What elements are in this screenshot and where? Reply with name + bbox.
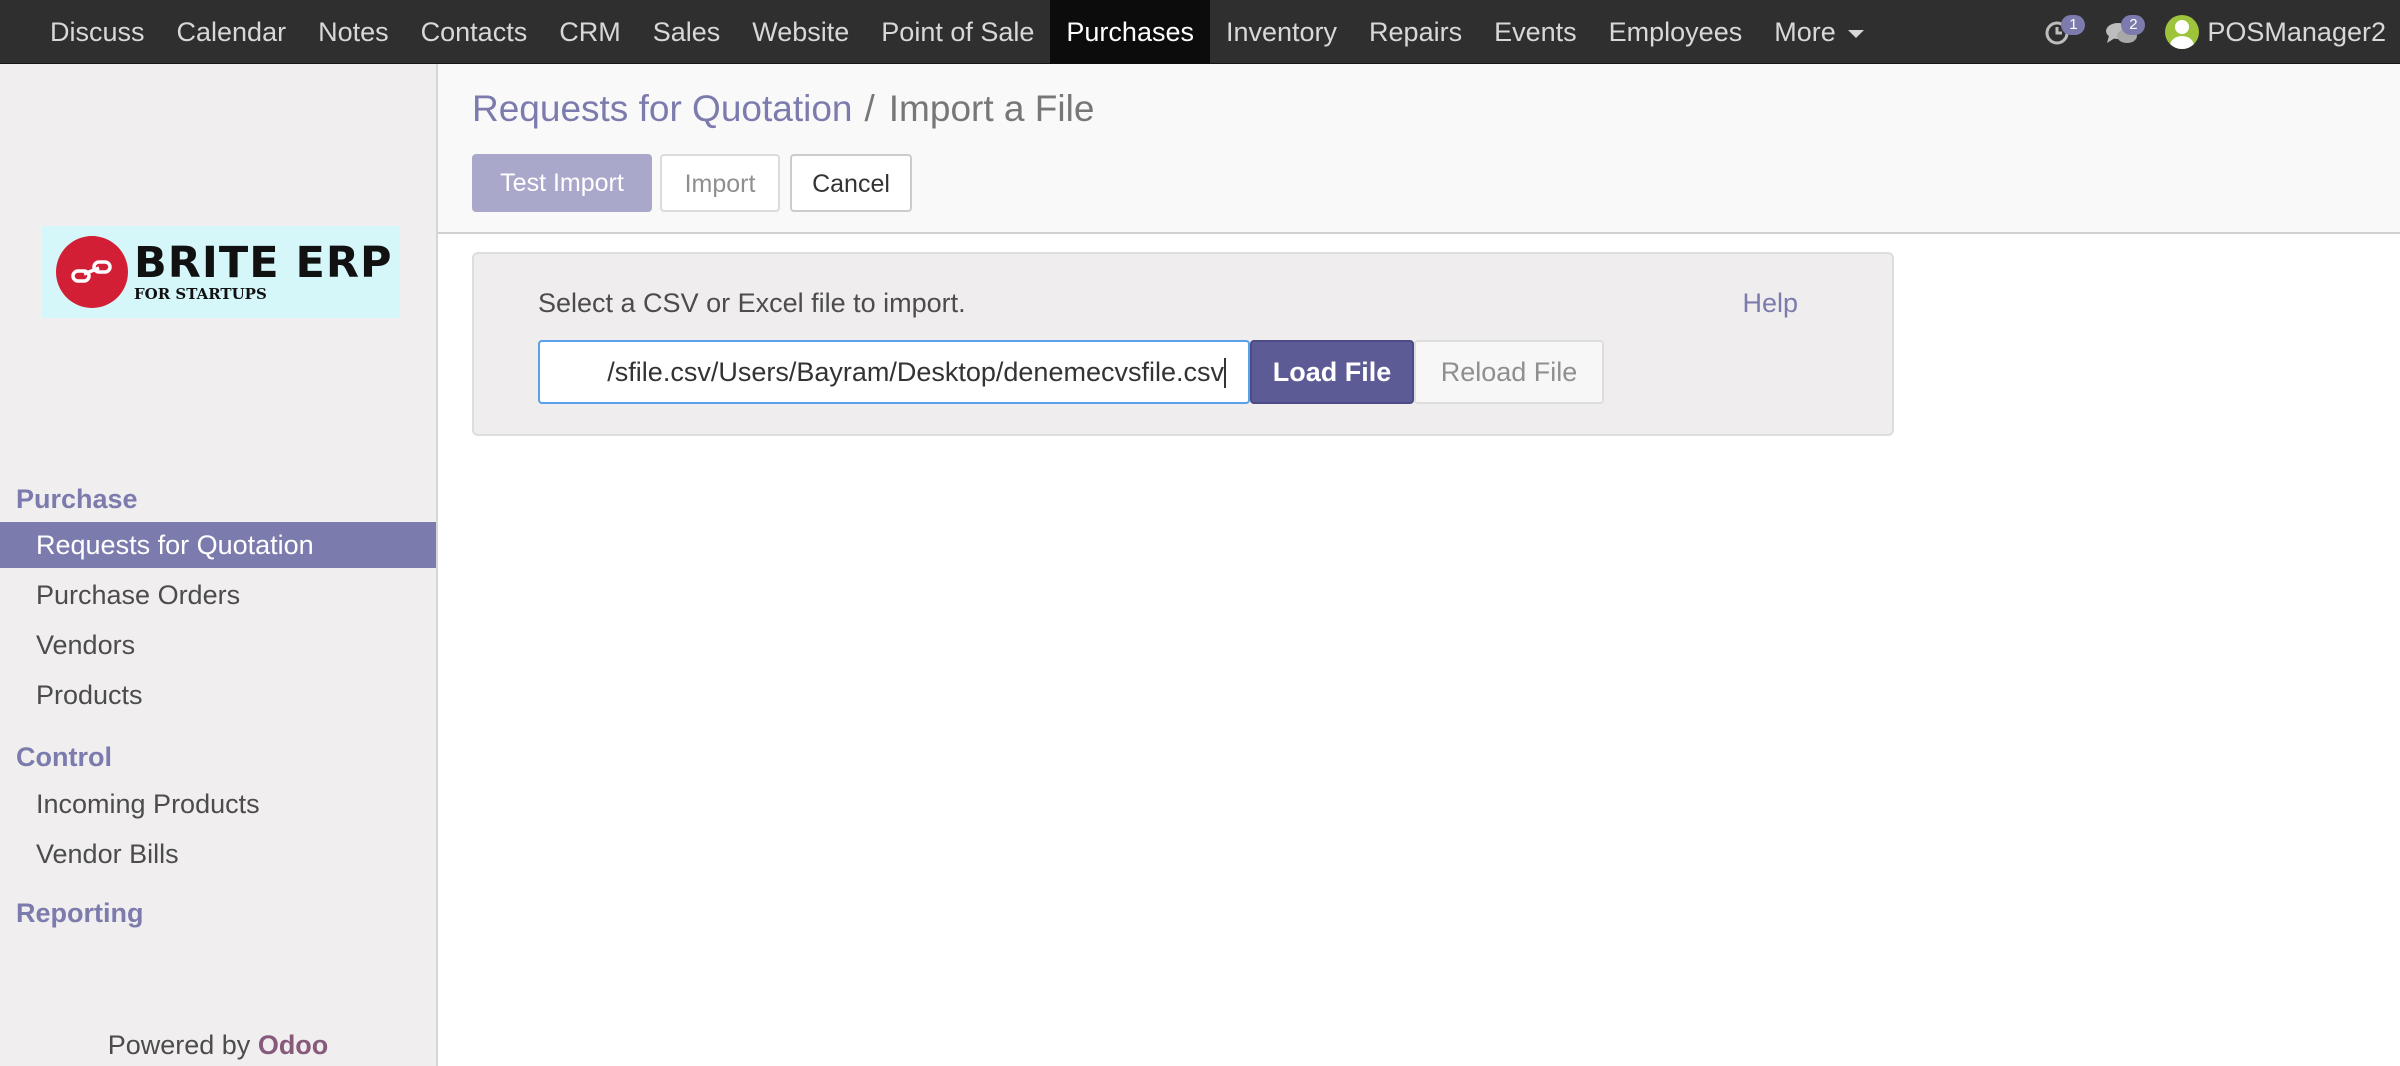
powered-by: Powered by Odoo [0, 1030, 436, 1061]
powered-by-label: Powered by [107, 1030, 251, 1060]
messages-button[interactable]: 2 [2105, 15, 2146, 47]
section-reporting[interactable]: Reporting [16, 898, 144, 929]
nav-item-notes[interactable]: Notes [302, 0, 405, 64]
nav-item-website[interactable]: Website [736, 0, 865, 64]
messages-badge: 2 [2121, 15, 2146, 35]
sidebar: BRITE ERP FOR STARTUPS Purchase Requests… [0, 64, 438, 1066]
import-button[interactable]: Import [660, 154, 780, 212]
app-menu: Discuss Calendar Notes Contacts CRM Sale… [34, 0, 1880, 64]
sidebar-item-requests-for-quotation[interactable]: Requests for Quotation [0, 522, 436, 568]
load-file-button[interactable]: Load File [1250, 340, 1414, 404]
top-navbar: Discuss Calendar Notes Contacts CRM Sale… [0, 0, 2400, 64]
systray: 1 2 POSManager2 [2045, 0, 2400, 64]
activities-badge: 1 [2061, 15, 2086, 35]
sidebar-item-vendors[interactable]: Vendors [0, 622, 436, 668]
breadcrumb-separator: / [864, 88, 875, 129]
control-panel: Requests for Quotation / Import a File Tes… [438, 64, 2400, 234]
activities-button[interactable]: 1 [2045, 15, 2086, 47]
nav-item-inventory[interactable]: Inventory [1210, 0, 1353, 64]
caret-down-icon [1847, 29, 1864, 38]
nav-item-events[interactable]: Events [1478, 0, 1593, 64]
section-control[interactable]: Control [16, 742, 112, 773]
avatar [2165, 15, 2200, 49]
page-title: Import a File [888, 88, 1095, 129]
logo-text: BRITE ERP FOR STARTUPS [134, 242, 393, 302]
nav-item-calendar[interactable]: Calendar [161, 0, 303, 64]
sidebar-item-vendor-bills[interactable]: Vendor Bills [0, 831, 436, 877]
breadcrumb-requests-for-quotation[interactable]: Requests for Quotation [472, 88, 853, 129]
user-menu[interactable]: POSManager2 [2165, 15, 2386, 49]
odoo-link[interactable]: Odoo [258, 1030, 328, 1060]
test-import-button[interactable]: Test Import [472, 154, 652, 212]
import-instruction: Select a CSV or Excel file to import. [538, 288, 966, 318]
breadcrumb: Requests for Quotation / Import a File [472, 88, 1094, 130]
nav-item-crm[interactable]: CRM [543, 0, 637, 64]
import-file-panel: Select a CSV or Excel file to import. He… [472, 252, 1894, 436]
section-purchase[interactable]: Purchase [16, 484, 138, 515]
file-path-value: /sfile.csv/Users/Bayram/Desktop/denemecv… [607, 357, 1224, 387]
nav-more-label: More [1774, 17, 1836, 47]
sidebar-item-incoming-products[interactable]: Incoming Products [0, 781, 436, 827]
nav-item-point-of-sale[interactable]: Point of Sale [865, 0, 1050, 64]
file-path-input[interactable]: /sfile.csv/Users/Bayram/Desktop/denemecv… [538, 340, 1250, 404]
cancel-button[interactable]: Cancel [790, 154, 912, 212]
text-cursor [1224, 358, 1226, 388]
user-name: POSManager2 [2207, 16, 2386, 47]
logo-subtitle: FOR STARTUPS [134, 285, 267, 303]
nav-item-sales[interactable]: Sales [637, 0, 737, 64]
reload-file-button[interactable]: Reload File [1414, 340, 1604, 404]
nav-item-purchases[interactable]: Purchases [1050, 0, 1210, 64]
nav-item-discuss[interactable]: Discuss [34, 0, 161, 64]
nav-item-repairs[interactable]: Repairs [1353, 0, 1478, 64]
sidebar-item-purchase-orders[interactable]: Purchase Orders [0, 572, 436, 618]
logo-title: BRITE ERP [134, 238, 393, 288]
company-logo[interactable]: BRITE ERP FOR STARTUPS [42, 226, 400, 318]
nav-item-contacts[interactable]: Contacts [405, 0, 544, 64]
logo-mark-icon [56, 236, 128, 308]
nav-item-employees[interactable]: Employees [1593, 0, 1759, 64]
help-link[interactable]: Help [1742, 288, 1798, 319]
sidebar-item-products[interactable]: Products [0, 672, 436, 718]
nav-item-more[interactable]: More [1758, 0, 1880, 64]
